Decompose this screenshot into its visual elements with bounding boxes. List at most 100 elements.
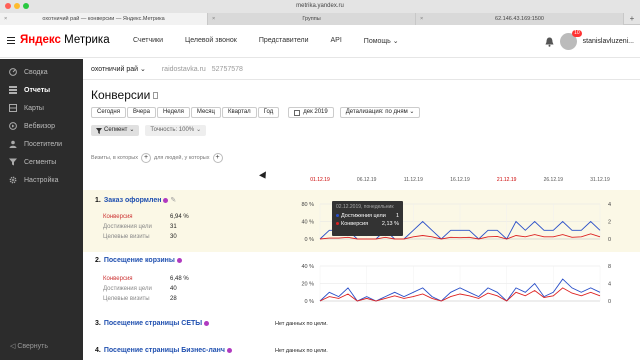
segment-button[interactable]: Сегмент ⌄ [91, 125, 140, 136]
sidebar-item[interactable]: Настройка [0, 172, 83, 188]
close-window-icon[interactable] [5, 3, 11, 9]
address-bar[interactable]: metrika.yandex.ru [270, 2, 370, 11]
counter-bar: охотничий рай ⌄ raidostavka.ru 52757578 [91, 65, 243, 73]
username[interactable]: stanislavluzeni... [583, 38, 634, 45]
date-tick: 06.12.19 [356, 177, 377, 183]
calendar-icon [294, 109, 301, 116]
sidebar-item-label: Вебвизор [24, 122, 56, 130]
period-button[interactable]: Вчера [127, 107, 156, 118]
filter-icon [96, 127, 102, 134]
date-range-button[interactable]: дек 2019 [288, 107, 334, 118]
sidebar-item-label: Посетители [24, 140, 62, 148]
menu-icon[interactable] [7, 37, 15, 44]
sidebar-item[interactable]: Сводка [0, 64, 83, 80]
period-button[interactable]: Месяц [190, 107, 221, 118]
new-tab-button[interactable]: + [624, 13, 640, 25]
tab-label: охотничий рай — конверсии — Яндекс.Метри… [42, 16, 165, 22]
counter-selector[interactable]: охотничий рай ⌄ [91, 66, 146, 73]
y-tick-right: 8 [608, 264, 611, 270]
browser-tab[interactable]: × Группы [208, 13, 416, 25]
visits-filter: Визиты, в которых + для людей, у которых… [91, 153, 223, 163]
nav-item[interactable]: API [331, 37, 342, 45]
sidebar-item-label: Отчеты [24, 86, 51, 94]
goal-icon [226, 347, 232, 353]
reach-metric: Достижения цели 31 [103, 224, 177, 230]
logo-metrika: Метрика [64, 34, 110, 46]
avatar[interactable]: 10 [559, 30, 582, 50]
reach-metric: Достижения цели 40 [103, 286, 177, 292]
y-tick-left: 80 % [301, 202, 314, 208]
sidebar-item-label: Сводка [24, 68, 48, 76]
browser-tab[interactable]: × охотничий рай — конверсии — Яндекс.Метр… [0, 13, 208, 25]
browser-tab[interactable]: × 62.146.43.169:1500 [416, 13, 624, 25]
no-data-text: Нет данных по цели. [275, 321, 328, 327]
goal-row-3: 3. Посещение страницы СЕТЫ Нет данных по … [83, 317, 640, 339]
y-tick-left: 20 % [301, 282, 314, 288]
site-name: raidostavka.ru [161, 66, 206, 73]
tab-label: Группы [302, 16, 321, 22]
tooltip-title: 02.12.2019, понедельник [336, 204, 394, 210]
users-label: для людей, у которых [154, 155, 210, 161]
sidebar-item[interactable]: Посетители [0, 136, 83, 152]
nav-item[interactable]: Целевой звонок [185, 37, 237, 45]
close-tab-icon[interactable]: × [212, 13, 215, 25]
goal-title-1[interactable]: 1. Заказ оформлен ✎ [95, 196, 176, 204]
period-button[interactable]: Неделя [156, 107, 190, 118]
goal-chart-2[interactable]: 40 % 8 20 % 4 0 % 0 [291, 261, 611, 308]
period-button[interactable]: Год [257, 107, 280, 118]
close-tab-icon[interactable]: × [420, 13, 423, 25]
people-icon [9, 140, 17, 148]
window-controls[interactable] [5, 3, 29, 9]
y-tick-right: 0 [608, 299, 611, 305]
gauge-icon [9, 68, 17, 76]
add-user-condition-button[interactable]: + [212, 153, 223, 163]
detail-dropdown[interactable]: Детализация: по дням ⌄ [339, 107, 421, 118]
filter-row: Сегмент ⌄ Точность: 100% ⌄ [91, 125, 207, 136]
play-icon [9, 122, 17, 130]
period-button[interactable]: Квартал [221, 107, 257, 118]
date-tick: 21.12.19 [496, 177, 517, 183]
y-tick-right: 0 [608, 237, 611, 243]
goal-icon [176, 257, 182, 263]
chart-tooltip: 02.12.2019, понедельник Достижения цели 1… [332, 201, 403, 236]
bookmark-icon[interactable] [153, 92, 159, 100]
sidebar-item-label: Карты [24, 104, 44, 112]
bell-icon[interactable] [545, 37, 554, 47]
browser-chrome: metrika.yandex.ru × охотничий рай — конве… [0, 0, 640, 25]
filter-icon [9, 158, 17, 166]
date-tick: 16.12.19 [450, 177, 470, 183]
sidebar-item[interactable]: Отчеты [0, 82, 83, 98]
sidebar-item[interactable]: Карты [0, 100, 83, 116]
notification-badge: 10 [572, 30, 582, 37]
y-tick-left: 40 % [301, 264, 314, 270]
accuracy-button[interactable]: Точность: 100% ⌄ [145, 125, 207, 136]
date-tick: 01.12.19 [310, 177, 330, 183]
goal-title-2[interactable]: 2. Посещение корзины [95, 257, 182, 264]
date-tick: 26.12.19 [543, 177, 564, 183]
sidebar-item[interactable]: Сегменты [0, 154, 83, 170]
visits-label: Визиты, в которых [91, 155, 138, 161]
maximize-window-icon[interactable] [23, 3, 29, 9]
nav-item[interactable]: Счетчики [133, 37, 163, 45]
sidebar: Сводка Отчеты Карты Вебвизор Посетители Сегме… [0, 59, 83, 360]
logo[interactable]: Яндекс Метрика [20, 34, 110, 46]
pencil-icon[interactable]: ✎ [170, 197, 176, 204]
y-tick-left: 0 % [305, 237, 315, 243]
add-visit-condition-button[interactable]: + [141, 153, 151, 163]
period-selector: Сегодня Вчера Неделя Месяц Квартал Год дек 201… [91, 107, 421, 118]
y-tick-right: 4 [608, 282, 611, 288]
close-tab-icon[interactable]: × [4, 13, 7, 25]
sidebar-item-label: Настройка [24, 176, 59, 184]
goal-title-3[interactable]: 3. Посещение страницы СЕТЫ [95, 320, 210, 327]
nav-item[interactable]: Представители [259, 37, 309, 45]
list-icon [9, 86, 17, 94]
sidebar-item[interactable]: Вебвизор [0, 118, 83, 134]
minimize-window-icon[interactable] [14, 3, 20, 9]
date-tick: 31.12.19 [590, 177, 610, 183]
collapse-sidebar-button[interactable]: ◁ Свернуть [10, 342, 48, 350]
nav-item[interactable]: Помощь ⌄ [364, 37, 399, 45]
logo-yandex: Яндекс [20, 34, 61, 46]
tooltip-row: Конверсия 2,13 % [336, 221, 399, 227]
period-button[interactable]: Сегодня [91, 107, 126, 118]
goal-title-4[interactable]: 4. Посещение страницы Бизнес-ланч [95, 347, 232, 354]
